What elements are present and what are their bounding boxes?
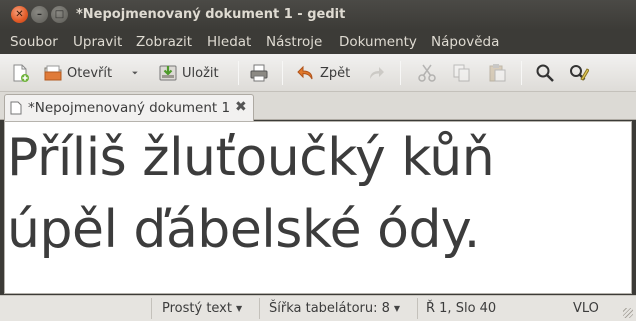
search-replace-icon: [570, 65, 589, 81]
print-icon: [250, 64, 268, 82]
maximize-icon: □: [54, 9, 65, 20]
status-separator: [417, 298, 418, 319]
new-button[interactable]: [10, 59, 30, 87]
overwrite-mode: VLO: [573, 301, 599, 316]
language-selector[interactable]: Prostý text ▼: [162, 301, 242, 316]
tab-width-label: Šířka tabelátoru: 8: [269, 301, 390, 316]
menu-edit[interactable]: Upravit: [73, 34, 122, 50]
menu-view[interactable]: Zobrazit: [136, 34, 192, 50]
menu-tools[interactable]: Nástroje: [266, 34, 322, 50]
open-label: Otevřít: [67, 65, 113, 81]
language-label: Prostý text: [162, 301, 232, 316]
tab-width-dropdown-icon: ▼: [393, 304, 401, 313]
redo-icon: [370, 67, 384, 79]
tab-width-selector[interactable]: Šířka tabelátoru: 8 ▼: [269, 301, 400, 316]
minimize-icon: –: [37, 9, 42, 20]
close-icon: ✕: [15, 9, 24, 20]
paste-icon: [489, 64, 506, 82]
undo-label: Zpět: [320, 65, 351, 81]
print-button[interactable]: [249, 59, 269, 87]
save-button[interactable]: Uložit: [158, 59, 219, 87]
toolbar: Otevřít Uložit Zpět: [0, 54, 636, 92]
menu-bar: Soubor Upravit Zobrazit Hledat Nástroje …: [0, 30, 636, 54]
window-title: *Nepojmenovaný dokument 1 - gedit: [76, 7, 346, 22]
find-button[interactable]: [535, 59, 555, 87]
editor-line: Příliš žluťoučký kůň: [7, 128, 495, 188]
text-editor[interactable]: Příliš žluťoučký kůň úpěl ďábelské ódy.: [4, 121, 632, 294]
search-icon: [536, 64, 554, 82]
dropdown-arrow-icon: [132, 71, 138, 75]
paste-button[interactable]: [487, 59, 507, 87]
status-separator: [259, 298, 260, 319]
menu-search[interactable]: Hledat: [207, 34, 251, 50]
close-tab-icon[interactable]: ✖: [235, 99, 247, 115]
status-separator: [151, 298, 152, 319]
toolbar-separator: [400, 61, 401, 85]
status-bar: Prostý text ▼ Šířka tabelátoru: 8 ▼ Ř 1, S…: [0, 295, 636, 321]
cursor-position: Ř 1, Slo 40: [426, 301, 497, 316]
copy-icon: [453, 64, 470, 82]
open-recent-dropdown[interactable]: [130, 59, 144, 87]
open-button[interactable]: Otevřít: [43, 59, 112, 87]
maximize-window-button[interactable]: □: [51, 6, 68, 23]
copy-button[interactable]: [452, 59, 472, 87]
new-document-icon: [13, 64, 29, 82]
language-dropdown-icon: ▼: [235, 304, 243, 313]
document-icon: [10, 101, 22, 115]
undo-icon: [297, 65, 313, 80]
minimize-window-button[interactable]: –: [31, 6, 48, 23]
document-tab-bar: *Nepojmenovaný dokument 1 ✖: [0, 92, 636, 121]
cut-icon: [418, 64, 436, 82]
cut-button[interactable]: [417, 59, 437, 87]
find-replace-button[interactable]: [569, 59, 589, 87]
redo-button[interactable]: [366, 59, 386, 87]
menu-help[interactable]: Nápověda: [431, 34, 499, 50]
menu-documents[interactable]: Dokumenty: [339, 34, 417, 50]
editor-line: úpěl ďábelské ódy.: [7, 200, 480, 260]
save-icon: [159, 65, 177, 81]
toolbar-separator: [282, 61, 283, 85]
menu-file[interactable]: Soubor: [10, 34, 58, 50]
toolbar-separator: [238, 61, 239, 85]
toolbar-separator: [521, 61, 522, 85]
title-bar: ✕ – □ *Nepojmenovaný dokument 1 - gedit: [0, 0, 636, 30]
undo-button[interactable]: Zpět: [296, 59, 350, 87]
document-tab[interactable]: *Nepojmenovaný dokument 1 ✖: [4, 94, 254, 121]
resize-grip[interactable]: [623, 308, 633, 318]
save-label: Uložit: [182, 65, 219, 81]
document-tab-label: *Nepojmenovaný dokument 1: [28, 100, 231, 116]
open-folder-icon: [44, 65, 62, 81]
close-window-button[interactable]: ✕: [11, 6, 28, 23]
